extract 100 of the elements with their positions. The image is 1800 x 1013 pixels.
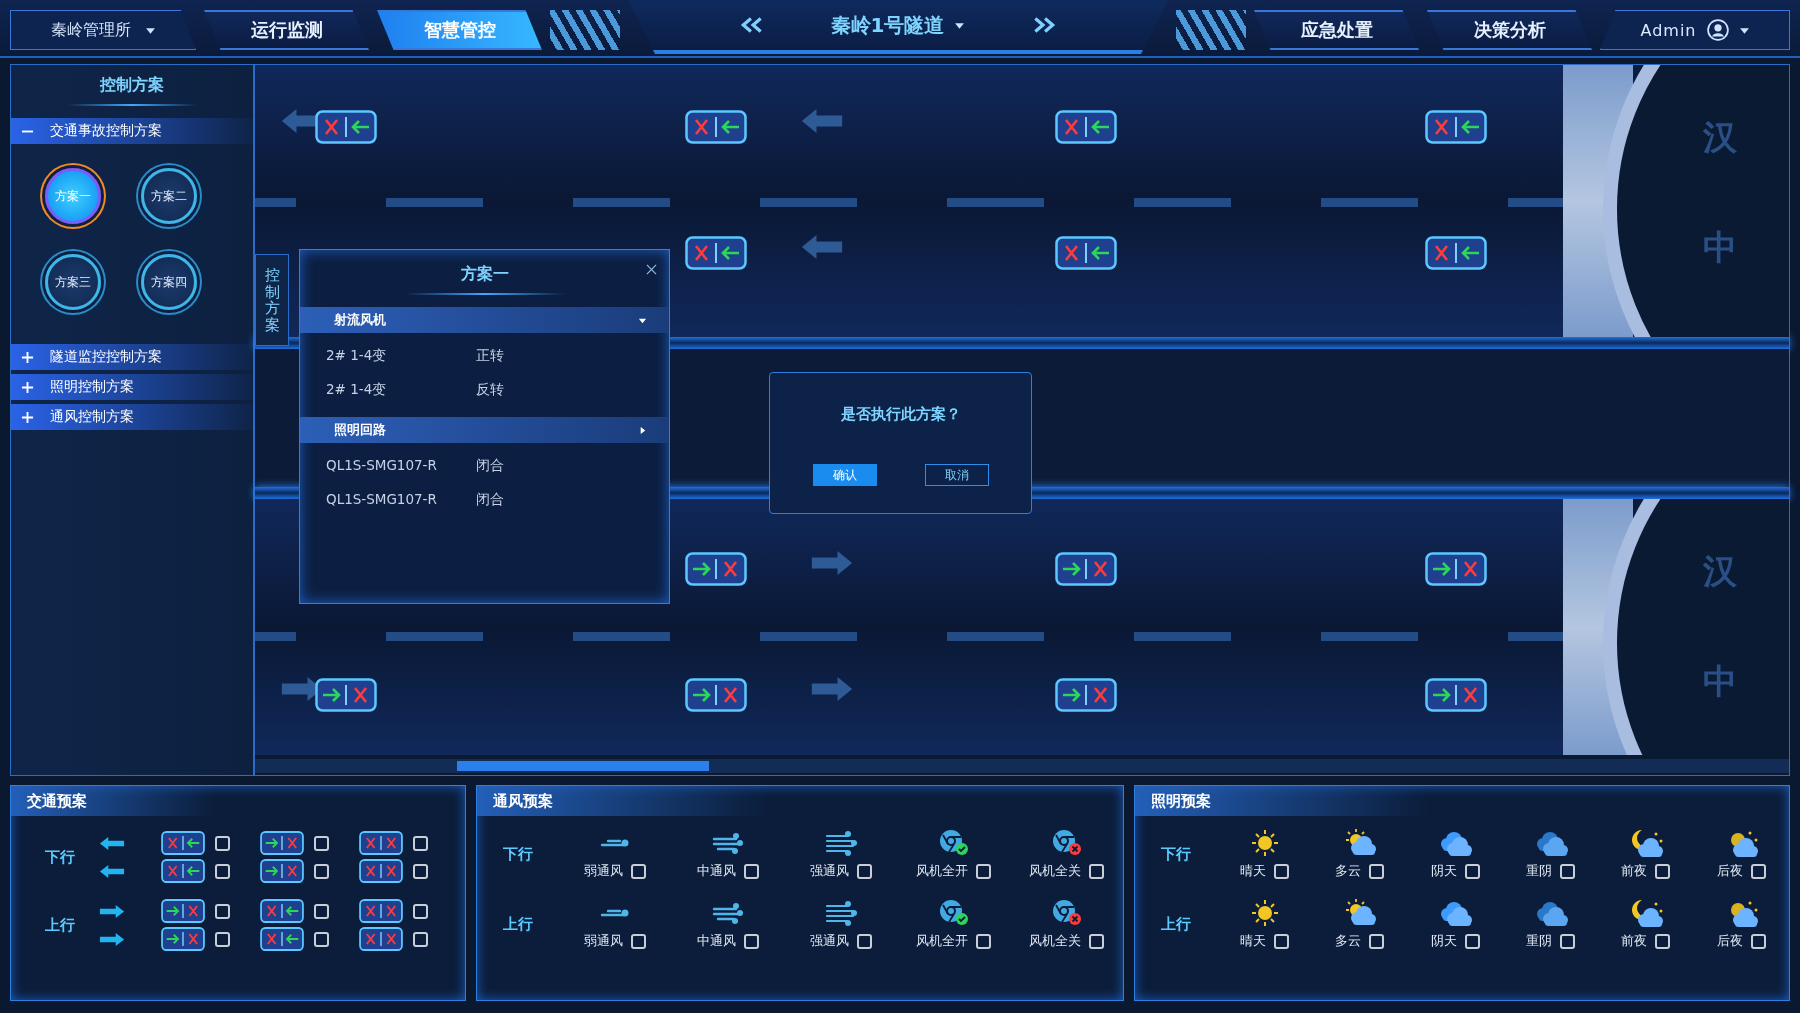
checkbox[interactable]	[413, 931, 428, 947]
panel-title: 控制方案	[98, 75, 165, 96]
portal-label: 汉	[1703, 116, 1737, 159]
option-label: 中通风	[697, 862, 737, 880]
road-arrow-icon	[800, 233, 844, 261]
option-label: 弱通风	[584, 932, 624, 950]
option-label: 强通风	[810, 862, 849, 880]
nav-tab[interactable]: 决策分析	[1427, 10, 1592, 50]
cancel-button[interactable]: 取消	[924, 464, 989, 486]
checkbox[interactable]	[1655, 933, 1671, 949]
checkbox[interactable]	[1655, 863, 1671, 879]
direction-label: 下行	[45, 847, 76, 867]
lane-signal-icon	[1425, 552, 1487, 586]
nav-tab[interactable]: 应急处置	[1254, 10, 1419, 50]
nav-tab[interactable]: 运行监测	[204, 10, 369, 50]
option-label: 晴天	[1240, 932, 1267, 950]
wind-icon	[823, 828, 859, 858]
wind-icon	[600, 908, 631, 919]
next-icon[interactable]	[1031, 16, 1058, 34]
checkbox[interactable]	[744, 863, 760, 879]
checkbox[interactable]	[1464, 863, 1480, 879]
checkbox[interactable]	[314, 863, 329, 879]
direction-label: 下行	[1161, 844, 1192, 864]
stripe-decoration	[1176, 10, 1246, 50]
checkbox[interactable]	[1369, 863, 1385, 879]
checkbox[interactable]	[215, 931, 230, 947]
checkbox[interactable]	[857, 933, 872, 949]
tree-group[interactable]: 照明控制方案	[11, 374, 253, 400]
site-dropdown[interactable]: 秦岭管理所	[10, 10, 196, 50]
checkbox[interactable]	[1560, 863, 1576, 879]
road-arrow-icon	[810, 675, 854, 703]
lane-signal-icon	[359, 830, 403, 856]
checkbox[interactable]	[857, 863, 872, 879]
checkbox[interactable]	[215, 903, 230, 919]
checkbox[interactable]	[1089, 933, 1105, 949]
expand-icon	[21, 380, 34, 394]
previous-icon[interactable]	[738, 16, 765, 34]
device-action: 闭合	[476, 457, 505, 475]
right-arrow-icon	[99, 931, 125, 947]
device-action: 反转	[476, 381, 505, 399]
checkbox[interactable]	[1750, 933, 1766, 949]
tree-group[interactable]: 隧道监控控制方案	[11, 344, 253, 370]
checkbox[interactable]	[215, 863, 230, 879]
left-arrow-icon	[99, 863, 125, 879]
option-label: 后夜	[1716, 862, 1743, 880]
checkbox[interactable]	[631, 933, 647, 949]
option-label: 后夜	[1716, 932, 1743, 950]
checkbox[interactable]	[314, 835, 329, 851]
lane-signal-icon	[1055, 110, 1117, 144]
confirm-message: 是否执行此方案？	[840, 405, 961, 424]
checkbox[interactable]	[413, 903, 428, 919]
road-arrow-icon	[800, 107, 844, 135]
checkbox[interactable]	[215, 835, 230, 851]
checkbox[interactable]	[413, 863, 428, 879]
lane-signal-icon	[1055, 236, 1117, 270]
user-menu[interactable]: Admin	[1600, 10, 1790, 50]
lane-signal-icon	[685, 552, 747, 586]
direction-label: 上行	[503, 914, 534, 934]
tree-group[interactable]: 通风控制方案	[11, 404, 253, 430]
checkbox[interactable]	[1369, 933, 1385, 949]
checkbox[interactable]	[1560, 933, 1576, 949]
checkbox[interactable]	[1750, 863, 1766, 879]
direction-label: 上行	[45, 915, 76, 935]
lane-signal-icon	[161, 858, 205, 884]
option-label: 阴天	[1430, 862, 1457, 880]
device-action: 正转	[476, 347, 505, 365]
section-header[interactable]: 照明回路	[300, 417, 669, 443]
lane-signal-icon	[161, 898, 205, 924]
option-label: 风机全开	[916, 932, 969, 950]
lane-signal-icon	[359, 926, 403, 952]
device-name: QL1S-SMG107-R	[326, 491, 438, 509]
checkbox[interactable]	[1274, 863, 1290, 879]
lane-signal-icon	[161, 830, 205, 856]
close-icon[interactable]	[646, 264, 657, 275]
wind-icon	[600, 838, 631, 849]
user-icon	[1706, 19, 1729, 41]
checkbox[interactable]	[413, 835, 428, 851]
checkbox[interactable]	[314, 903, 329, 919]
side-tab[interactable]: 控制方案	[255, 254, 289, 346]
option-label: 风机全开	[916, 862, 969, 880]
device-name: QL1S-SMG107-R	[326, 457, 438, 475]
checkbox[interactable]	[744, 933, 760, 949]
checkbox[interactable]	[1089, 863, 1105, 879]
checkbox[interactable]	[1464, 933, 1480, 949]
checkbox[interactable]	[976, 863, 992, 879]
popup-title: 方案一	[460, 264, 509, 285]
portal-label: 中	[1703, 660, 1737, 703]
tunnel-selector[interactable]: 秦岭1号隧道	[824, 10, 972, 40]
checkbox[interactable]	[976, 933, 992, 949]
tree-group[interactable]: 交通事故控制方案	[11, 118, 253, 144]
section-header[interactable]: 射流风机	[300, 307, 669, 333]
lane-signal-icon	[1055, 678, 1117, 712]
checkbox[interactable]	[314, 931, 329, 947]
device-name: 2# 1-4变	[326, 381, 388, 399]
scrollbar-thumb[interactable]	[457, 761, 709, 771]
lane-signal-icon	[359, 858, 403, 884]
checkbox[interactable]	[631, 863, 647, 879]
device-action: 闭合	[476, 491, 505, 509]
checkbox[interactable]	[1274, 933, 1290, 949]
lane-signal-icon	[315, 110, 377, 144]
